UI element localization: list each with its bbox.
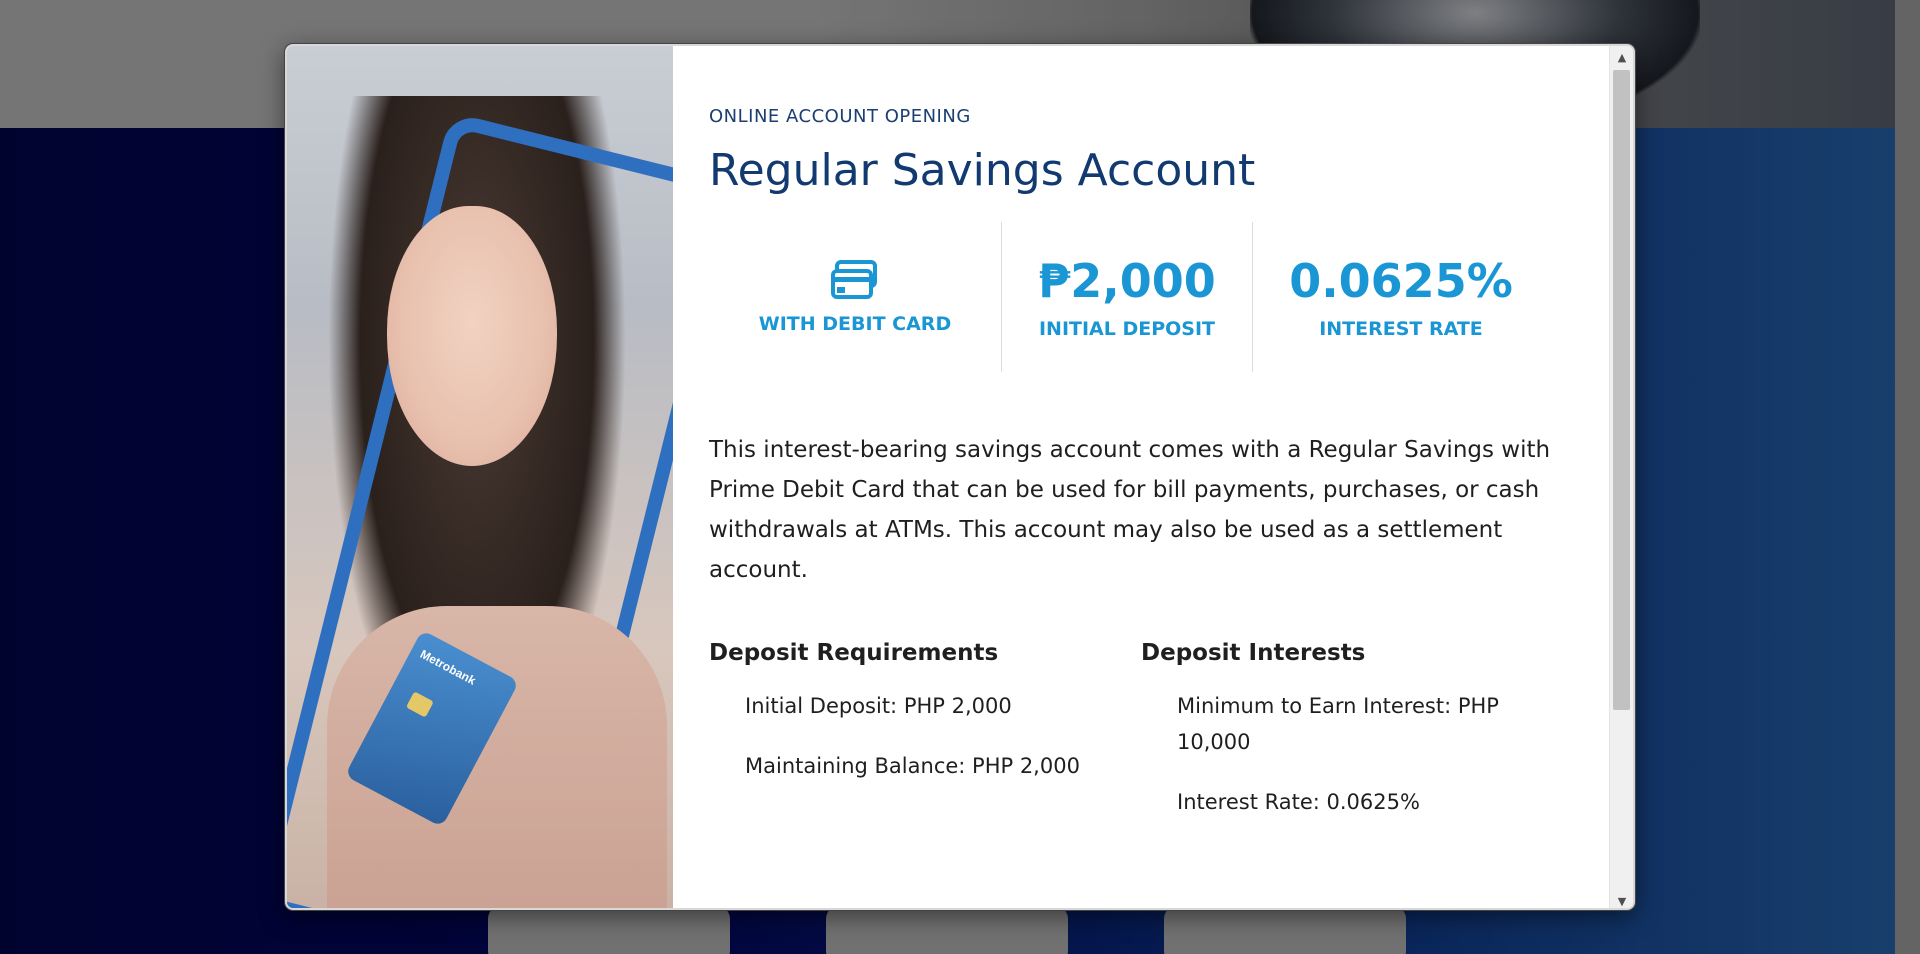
account-details-modal: Metrobank ONLINE ACCOUNT OPENING Regular… — [285, 44, 1635, 910]
stat-initial-deposit: ₱2,000 INITIAL DEPOSIT — [1001, 222, 1253, 372]
requirements-list: Initial Deposit: PHP 2,000 Maintaining B… — [709, 688, 1129, 784]
stat-debit-card: WITH DEBIT CARD — [709, 222, 1001, 372]
modal-scrollbar[interactable]: ▲ ▼ — [1609, 46, 1633, 908]
deposit-interests-section: Deposit Interests Minimum to Earn Intere… — [1141, 640, 1561, 844]
section-title: Deposit Interests — [1141, 640, 1366, 666]
stat-label: INITIAL DEPOSIT — [1038, 318, 1216, 340]
photo-face — [387, 206, 557, 466]
list-item: Interest Rate: 0.0625% — [1177, 790, 1420, 814]
scroll-up-arrow-icon[interactable]: ▲ — [1610, 46, 1633, 68]
debit-card-icon — [831, 260, 877, 299]
stat-value: ₱2,000 — [1038, 254, 1216, 308]
account-stats: WITH DEBIT CARD ₱2,000 INITIAL DEPOSIT 0… — [709, 222, 1549, 372]
list-item: Minimum to Earn Interest: PHP 10,000 — [1177, 694, 1499, 754]
page-title: Regular Savings Account — [709, 145, 1256, 196]
stat-label: INTEREST RATE — [1319, 318, 1483, 340]
promo-photo: Metrobank — [287, 46, 673, 908]
scroll-down-arrow-icon[interactable]: ▼ — [1610, 890, 1633, 908]
account-description: This interest-bearing savings account co… — [709, 437, 1551, 583]
stat-interest-rate: 0.0625% INTEREST RATE — [1253, 222, 1549, 372]
modal-content: ONLINE ACCOUNT OPENING Regular Savings A… — [673, 46, 1613, 908]
card-chip — [405, 691, 434, 718]
interests-list: Minimum to Earn Interest: PHP 10,000 Int… — [1141, 688, 1561, 820]
deposit-details: Deposit Requirements Initial Deposit: PH… — [709, 640, 1589, 840]
scroll-thumb[interactable] — [1613, 70, 1630, 710]
stat-label: WITH DEBIT CARD — [758, 313, 952, 335]
list-item: Initial Deposit: PHP 2,000 — [745, 694, 1012, 718]
list-item: Maintaining Balance: PHP 2,000 — [745, 754, 1080, 778]
section-title: Deposit Requirements — [709, 640, 999, 666]
stat-value: 0.0625% — [1289, 254, 1513, 308]
eyebrow-label: ONLINE ACCOUNT OPENING — [709, 106, 971, 127]
deposit-requirements-section: Deposit Requirements Initial Deposit: PH… — [709, 640, 1129, 808]
